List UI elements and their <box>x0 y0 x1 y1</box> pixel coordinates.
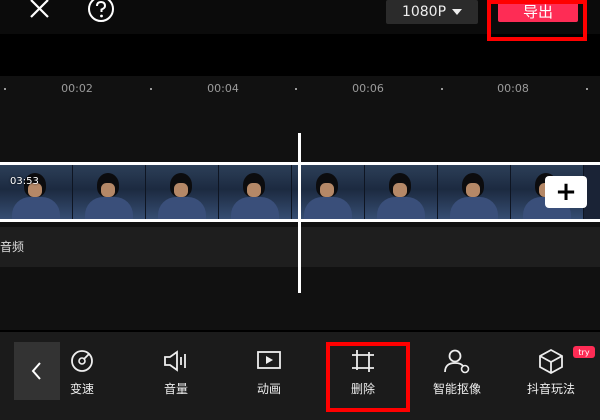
tool-animation[interactable]: 动画 <box>234 348 304 402</box>
video-frame <box>438 165 511 219</box>
resolution-dropdown[interactable]: 1080P <box>386 0 478 24</box>
tool-speed[interactable]: 变速 <box>47 348 117 402</box>
tool-label: 动画 <box>256 382 281 396</box>
try-badge: try <box>573 346 595 358</box>
tool-volume[interactable]: 音量 <box>141 348 211 402</box>
audio-track-label: 音频 <box>0 240 25 254</box>
volume-icon <box>161 348 191 374</box>
tick-label: 00:02 <box>61 82 93 95</box>
tick-label: 00:04 <box>207 82 239 95</box>
playhead[interactable] <box>298 133 301 293</box>
video-frame <box>292 165 365 219</box>
help-button[interactable] <box>86 0 116 22</box>
caret-down-icon <box>452 9 463 15</box>
chevron-left-icon <box>31 362 41 380</box>
clip-duration: 03:53 <box>10 176 39 187</box>
time-ruler: 00:02 00:04 00:06 00:08 <box>0 78 600 100</box>
video-frame <box>146 165 219 219</box>
export-highlight-box <box>487 0 587 41</box>
speed-icon <box>67 348 97 374</box>
add-clip-button[interactable]: + <box>545 176 587 208</box>
tick-dot <box>4 88 6 90</box>
plus-icon: + <box>555 177 577 207</box>
tick-label: 00:06 <box>352 82 384 95</box>
tick-dot <box>441 88 443 90</box>
tool-smart-cutout[interactable]: 智能抠像 <box>422 348 492 402</box>
close-button[interactable] <box>26 0 56 22</box>
tool-label: 智能抠像 <box>432 382 481 396</box>
video-frame <box>219 165 292 219</box>
close-icon <box>30 0 49 18</box>
tool-label: 音量 <box>163 382 188 396</box>
tick-dot <box>586 88 588 90</box>
video-frame <box>73 165 146 219</box>
cutout-icon <box>442 348 472 374</box>
delete-highlight-box <box>326 342 410 412</box>
animation-icon <box>254 348 284 374</box>
help-icon <box>88 0 114 22</box>
tool-label: 变速 <box>69 382 94 396</box>
tool-label: 抖音玩法 <box>526 382 575 396</box>
tick-dot <box>295 88 297 90</box>
video-frame <box>0 165 73 219</box>
tick-dot <box>150 88 152 90</box>
resolution-label: 1080P <box>401 4 447 20</box>
video-frame <box>365 165 438 219</box>
box-icon <box>536 348 566 374</box>
tick-label: 00:08 <box>497 82 529 95</box>
